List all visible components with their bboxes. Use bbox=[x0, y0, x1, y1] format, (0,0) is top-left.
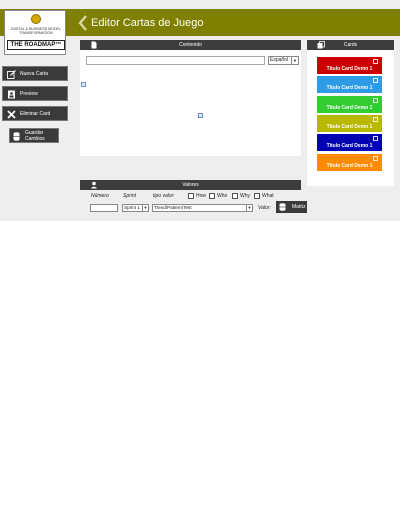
card-title: Titulo Card Demo 1 bbox=[326, 85, 373, 91]
chevron-down-icon: ▼ bbox=[291, 57, 298, 64]
edit-card-icon[interactable] bbox=[373, 156, 378, 161]
edit-card-icon[interactable] bbox=[373, 136, 378, 141]
value-type-label: tipo valor: bbox=[153, 193, 175, 199]
pattern-value: Trend/Pattern/Test bbox=[154, 205, 192, 210]
values-panel-header: Valores bbox=[80, 180, 301, 190]
card-item[interactable]: Titulo Card Demo 1 bbox=[317, 134, 382, 151]
sprint-select[interactable]: Sprint 1 ▼ bbox=[122, 204, 149, 212]
database-icon bbox=[279, 203, 286, 211]
content-panel-header: Contenido bbox=[80, 40, 301, 50]
cards-panel-title: Cards bbox=[343, 42, 358, 48]
how-checkbox[interactable] bbox=[188, 193, 194, 199]
document-icon bbox=[91, 41, 97, 49]
language-value: Español bbox=[270, 57, 289, 63]
close-icon bbox=[7, 110, 16, 119]
what-label: What bbox=[262, 193, 274, 199]
card-item[interactable]: Titulo Card Demo 1 bbox=[317, 57, 382, 74]
card-title: Titulo Card Demo 1 bbox=[326, 66, 373, 72]
cards-icon bbox=[317, 41, 325, 49]
user-icon bbox=[90, 181, 98, 189]
values-panel-title: Valores bbox=[182, 182, 199, 188]
chevron-down-icon: ▼ bbox=[246, 205, 252, 211]
edit-card-icon[interactable] bbox=[373, 59, 378, 64]
cards-panel-header: Cards bbox=[307, 40, 394, 50]
what-checkbox[interactable] bbox=[254, 193, 260, 199]
image-placeholder-icon bbox=[81, 82, 86, 87]
card-title: Titulo Card Demo 1 bbox=[326, 143, 373, 149]
logo-subtitle: DIGITAL & BUSINESS MODEL TRANSFORMATION bbox=[11, 27, 61, 35]
new-card-label: Nueva Carta bbox=[20, 71, 49, 77]
card-title: Titulo Card Demo 1 bbox=[326, 124, 373, 130]
number-input[interactable] bbox=[90, 204, 118, 212]
edit-card-icon[interactable] bbox=[373, 78, 378, 83]
pattern-select[interactable]: Trend/Pattern/Test ▼ bbox=[152, 204, 253, 212]
edit-card-icon[interactable] bbox=[373, 98, 378, 103]
number-label: Número bbox=[91, 193, 109, 199]
who-label: Who bbox=[217, 193, 228, 199]
delete-card-button[interactable]: Eliminar Card bbox=[2, 106, 68, 121]
page-title: Editor Cartas de Juego bbox=[91, 17, 204, 29]
content-input[interactable] bbox=[86, 56, 265, 65]
roadmap-logo: DIGITAL & BUSINESS MODEL TRANSFORMATION … bbox=[4, 10, 66, 55]
new-card-button[interactable]: Nueva Carta bbox=[2, 66, 68, 81]
language-select[interactable]: Español ▼ bbox=[268, 56, 299, 65]
card-title: Titulo Card Demo 1 bbox=[326, 105, 373, 111]
sprint-value: Sprint 1 bbox=[124, 205, 140, 210]
preview-button[interactable]: Preview bbox=[2, 86, 68, 101]
why-label: Why bbox=[240, 193, 250, 199]
matrix-button-label: Matriz bbox=[292, 204, 306, 210]
card-item[interactable]: Titulo Card Demo 1 bbox=[317, 76, 382, 93]
sprint-label: Sprint bbox=[123, 193, 137, 199]
logo-name: THE ROADMAP™ bbox=[7, 40, 65, 50]
database-icon bbox=[13, 132, 20, 141]
card-title: Titulo Card Demo 1 bbox=[326, 163, 373, 169]
card-item[interactable]: Titulo Card Demo 1 bbox=[317, 154, 382, 171]
preview-label: Preview bbox=[20, 91, 38, 97]
why-checkbox[interactable] bbox=[232, 193, 238, 199]
how-label: How bbox=[196, 193, 207, 199]
chevron-down-icon: ▼ bbox=[142, 205, 148, 211]
image-placeholder-icon bbox=[198, 113, 203, 118]
who-checkbox[interactable] bbox=[209, 193, 215, 199]
card-item[interactable]: Titulo Card Demo 1 bbox=[317, 115, 382, 132]
trophy-badge-icon bbox=[31, 14, 41, 24]
value-label: Valor: bbox=[258, 205, 271, 211]
back-chevron-icon[interactable] bbox=[78, 15, 88, 31]
save-changes-button[interactable]: Guardar Cambios bbox=[9, 128, 59, 143]
person-card-icon bbox=[8, 90, 15, 99]
edit-icon bbox=[7, 70, 16, 79]
content-panel-title: Contenido bbox=[179, 42, 202, 48]
delete-card-label: Eliminar Card bbox=[20, 111, 51, 117]
card-item[interactable]: Titulo Card Demo 1 bbox=[317, 96, 382, 113]
matrix-button[interactable]: Matriz bbox=[276, 201, 307, 213]
edit-card-icon[interactable] bbox=[373, 117, 378, 122]
save-changes-label: Guardar Cambios bbox=[25, 130, 45, 142]
